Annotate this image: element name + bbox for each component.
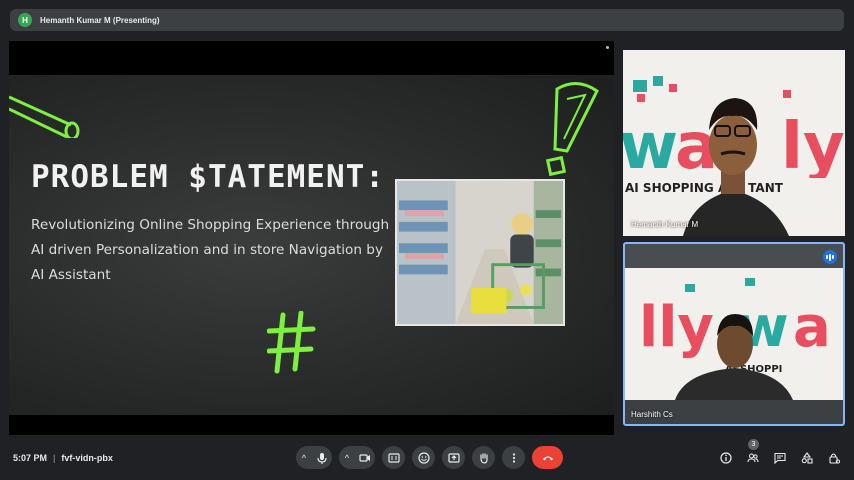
participant-video: lly w a AI SHOPPI [625, 244, 843, 424]
end-call-icon[interactable] [532, 446, 563, 469]
side-panel-controls: 3 [717, 439, 842, 467]
camera-icon[interactable] [355, 446, 375, 469]
meeting-toolbar: 5:07 PM | fvf-vidn-pbx ^ ^ 3 [0, 439, 854, 480]
svg-text:a: a [793, 295, 831, 360]
shared-slide: PROBLEM $TATEMENT: Revolutionizing Onlin… [9, 75, 614, 415]
doodle-pencil-icon [9, 95, 80, 138]
svg-text:ly: ly [781, 110, 845, 184]
more-icon[interactable] [502, 446, 525, 469]
raise-hand-icon[interactable] [472, 446, 495, 469]
participant-name: Harshith Cs [631, 410, 673, 419]
presenter-avatar: H [18, 13, 32, 27]
participant-video: w a ly AI SHOPPING ASS TANT [623, 50, 845, 236]
svg-text:lly: lly [639, 295, 714, 360]
slide-title: PROBLEM $TATEMENT: [31, 159, 385, 195]
participant-tile[interactable]: w a ly AI SHOPPING ASS TANT Hemanth Kuma… [623, 50, 845, 236]
activities-icon[interactable] [798, 448, 815, 467]
speaking-indicator-icon [823, 250, 837, 264]
doodle-exclamation-icon [545, 82, 599, 177]
participant-name: Hemanth Kumar M [631, 220, 699, 229]
mic-icon[interactable] [312, 446, 332, 469]
chat-icon[interactable] [771, 448, 788, 467]
mic-control: ^ [296, 446, 332, 469]
info-icon[interactable] [717, 448, 734, 467]
stage-indicator [606, 46, 609, 49]
svg-text:AI SHOPPING ASS TANT: AI SHOPPING ASS TANT [625, 181, 784, 195]
call-controls: ^ ^ [296, 446, 563, 469]
emoji-icon[interactable] [412, 446, 435, 469]
presentation-stage[interactable]: PROBLEM $TATEMENT: Revolutionizing Onlin… [9, 41, 614, 435]
svg-text:w: w [623, 110, 678, 184]
meeting-time: 5:07 PM [13, 453, 48, 463]
meeting-separator: | [53, 453, 56, 463]
host-controls-icon[interactable] [825, 448, 842, 467]
participant-tile-active[interactable]: lly w a AI SHOPPI Harshith Cs [623, 242, 845, 426]
camera-control: ^ [339, 446, 375, 469]
meeting-info: 5:07 PM | fvf-vidn-pbx [13, 453, 113, 463]
slide-body-text: Revolutionizing Online Shopping Experien… [31, 217, 390, 283]
captions-icon[interactable] [382, 446, 405, 469]
present-icon[interactable] [442, 446, 465, 469]
camera-options-chevron-icon[interactable]: ^ [339, 446, 355, 469]
doodle-hash-icon [267, 311, 316, 374]
presenting-banner: H Hemanth Kumar M (Presenting) [10, 9, 844, 31]
presenter-label: Hemanth Kumar M (Presenting) [40, 15, 160, 25]
mic-options-chevron-icon[interactable]: ^ [296, 446, 312, 469]
participant-count-badge: 3 [748, 439, 759, 450]
people-icon[interactable]: 3 [744, 439, 761, 467]
slide-photo [395, 179, 565, 326]
meeting-code: fvf-vidn-pbx [61, 453, 113, 463]
